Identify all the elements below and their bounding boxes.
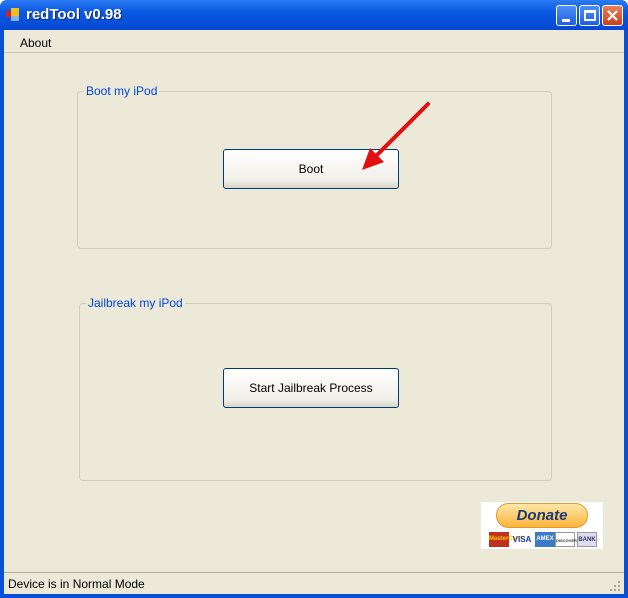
boot-group-label: Boot my iPod <box>84 84 160 98</box>
menu-bar: About <box>4 30 624 53</box>
close-button[interactable] <box>602 5 623 26</box>
jailbreak-group-label: Jailbreak my iPod <box>86 296 185 310</box>
maximize-button[interactable] <box>579 5 600 26</box>
app-icon <box>6 8 19 21</box>
client-area: About Boot my iPod Boot Jailbreak my iPo… <box>4 30 624 594</box>
start-jailbreak-button[interactable]: Start Jailbreak Process <box>223 368 399 408</box>
bank-icon: BANK <box>577 532 597 547</box>
resize-grip-icon[interactable] <box>609 580 621 592</box>
mastercard-icon: MasterCard <box>489 532 522 547</box>
donate-button[interactable]: Donate MasterCard VISA AMEX DISCOVER BAN… <box>481 502 603 549</box>
red-arrow-annotation <box>362 102 430 170</box>
status-text: Device is in Normal Mode <box>8 577 145 591</box>
close-icon <box>607 10 618 21</box>
visa-icon: VISA <box>512 535 532 544</box>
title-bar[interactable]: redTool v0.98 <box>0 0 628 30</box>
discover-icon: DISCOVER <box>555 532 577 547</box>
status-bar: Device is in Normal Mode <box>4 572 624 594</box>
window-title: redTool v0.98 <box>26 6 122 23</box>
app-window: redTool v0.98 About Boot my iPod Boot Ja… <box>0 0 628 598</box>
amex-icon: AMEX <box>535 532 555 547</box>
menu-about[interactable]: About <box>20 36 51 50</box>
minimize-button[interactable] <box>556 5 577 26</box>
donate-label: Donate <box>496 503 588 528</box>
